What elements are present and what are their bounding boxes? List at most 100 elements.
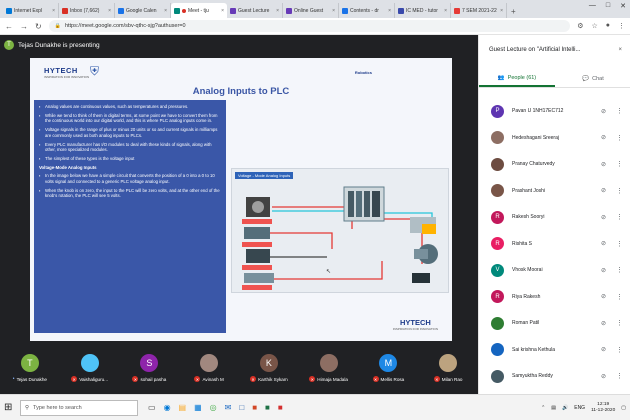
back-icon[interactable]: ← [5,22,13,31]
participant-tile[interactable]: ✕ Milan Rao [424,354,472,382]
chrome-icon[interactable]: ◎ [210,403,217,412]
tab-title: Meet - tju [188,7,209,14]
store-icon[interactable]: ▦ [194,403,202,412]
tab-close-icon[interactable]: × [444,8,447,14]
volume-icon[interactable]: 🔊 [562,405,568,411]
powerpoint-icon[interactable]: ■ [252,403,257,412]
person-row[interactable]: Samyuktha Reddy ⊘ ⋮ [479,363,630,390]
slide-footer-logo: HYTECH INSPIRATION FOR INNOVATION [393,318,438,331]
participant-name-row: ✕ Mellis Rosa [372,376,404,382]
person-row[interactable]: Pranay Chaturvedy ⊘ ⋮ [479,151,630,178]
close-window-icon[interactable]: ✕ [620,2,626,10]
tab-close-icon[interactable]: × [52,8,55,14]
network-icon[interactable]: ▤ [551,405,556,411]
participant-avatar: M [379,354,398,372]
person-row[interactable]: R Rishita S ⊘ ⋮ [479,231,630,258]
tray-chevron-icon[interactable]: ⌃ [541,405,545,411]
tab-favicon-icon [454,7,460,14]
participant-tile[interactable]: M ✕ Mellis Rosa [364,354,412,382]
tab-close-icon[interactable]: × [164,8,167,14]
url-field[interactable]: 🔒 https://meet.google.com/sbv-qthc-sjg?a… [48,20,571,32]
tab-close-icon[interactable]: × [108,8,111,14]
participant-tile[interactable]: T • Tejas Dunakhe [6,354,54,382]
taskbar-search[interactable]: ⚲ Type here to search [20,399,138,416]
clock[interactable]: 12:19 11-12-2020 [591,402,615,414]
browser-tab[interactable]: Online Guest × [283,3,339,18]
mic-off-icon: ✕ [250,376,257,382]
language-indicator[interactable]: ENG [574,405,585,411]
more-options-icon[interactable]: ⋮ [616,240,623,248]
browser-tab[interactable]: Guest Lecture × [227,3,283,18]
person-row[interactable]: Prashant Joshi ⊘ ⋮ [479,178,630,205]
browser-tab[interactable]: Google Calen × [115,3,171,18]
mic-off-icon: ✕ [433,376,440,382]
participant-tile[interactable]: ✕ Avinash M [185,354,233,382]
tab-close-icon[interactable]: × [500,8,503,14]
participant-tile[interactable]: ✕ Himaja Madala [305,354,353,382]
more-options-icon[interactable]: ⋮ [616,107,623,115]
tab-title: Contents - dr [350,7,379,14]
task-view-icon[interactable]: ▭ [148,403,156,412]
more-options-icon[interactable]: ⋮ [616,160,623,168]
extension-icon[interactable]: ⚙ [577,22,583,30]
tab-favicon-icon [62,7,68,14]
person-row[interactable]: V Vhosk Moorai ⊘ ⋮ [479,257,630,284]
slide-text-box: Analog values are continuous values, suc… [34,100,226,333]
acrobat-icon[interactable]: ■ [278,403,283,412]
browser-tab[interactable]: 7 SEM 2021-22 × [451,3,507,18]
mic-muted-icon: ⊘ [600,347,606,354]
participant-name: Milan Rao [441,376,463,382]
edge-icon[interactable]: ◉ [164,403,171,412]
person-row[interactable]: Hedeshagani Sreeraj ⊘ ⋮ [479,125,630,152]
browser-menu-icon[interactable]: ⋮ [618,22,625,30]
maximize-icon[interactable]: □ [606,2,610,10]
tab-people[interactable]: 👥 People (61) [479,70,555,87]
person-row[interactable]: R Riya Rakesh ⊘ ⋮ [479,284,630,311]
more-options-icon[interactable]: ⋮ [616,134,623,142]
tab-close-icon[interactable]: × [221,8,224,14]
forward-icon[interactable]: → [20,22,28,31]
new-tab-button[interactable]: + [507,7,520,18]
more-options-icon[interactable]: ⋮ [616,213,623,221]
notification-icon[interactable]: ▢ [621,405,626,411]
reload-icon[interactable]: ↻ [35,22,42,31]
tab-chat[interactable]: 💬 Chat [555,70,630,87]
browser-tab[interactable]: Meet - tju × [171,3,227,18]
browser-tab-strip: Internet Expl × Inbox (7,662) × Google Calen… [0,0,630,18]
tab-close-icon[interactable]: × [276,8,279,14]
browser-tab[interactable]: IC MED - tutor × [395,3,451,18]
participant-tile[interactable]: ✕ Vaishaliguru... [66,354,114,382]
browser-tab[interactable]: Internet Expl × [3,3,59,18]
more-options-icon[interactable]: ⋮ [616,293,623,301]
shield-logo-icon: ⛨ [90,64,100,78]
person-row[interactable]: Sai krishna Kethula ⊘ ⋮ [479,337,630,364]
tab-close-icon[interactable]: × [388,8,391,14]
more-options-icon[interactable]: ⋮ [616,266,623,274]
circuit-diagram: Voltage - Mode Analog Inputs [231,168,449,293]
participant-tile[interactable]: S ✕ sohail pasha [125,354,173,382]
close-panel-icon[interactable]: × [618,47,622,53]
bookmark-star-icon[interactable]: ☆ [591,22,597,30]
person-row[interactable]: P Pavan U 1NH17EC712 ⊘ ⋮ [479,98,630,125]
taskbar-apps: ▭ ◉ ▤ ▦ ◎ ✉ □ ■ ■ ■ [148,403,283,412]
person-row[interactable]: Roman Patil ⊘ ⋮ [479,310,630,337]
tab-close-icon[interactable]: × [332,8,335,14]
profile-icon[interactable]: ● [606,22,610,30]
browser-tab[interactable]: Contents - dr × [339,3,395,18]
more-options-icon[interactable]: ⋮ [616,319,623,327]
word-icon[interactable]: □ [239,403,244,412]
participant-tile[interactable]: K ✕ Karthik Sykam [245,354,293,382]
more-options-icon[interactable]: ⋮ [616,372,623,380]
file-explorer-icon[interactable]: ▤ [179,403,187,412]
participant-name-row: ✕ Avinash M [194,376,224,382]
more-options-icon[interactable]: ⋮ [616,187,623,195]
person-row[interactable]: R Rakesh Sooryi ⊘ ⋮ [479,204,630,231]
browser-tab[interactable]: Inbox (7,662) × [59,3,115,18]
more-options-icon[interactable]: ⋮ [616,346,623,354]
excel-icon[interactable]: ■ [265,403,270,412]
windows-start-icon[interactable]: ⊞ [4,402,20,413]
mail-icon[interactable]: ✉ [225,403,232,412]
tab-title: Online Guest [294,7,324,14]
mic-muted-icon: ⊘ [600,108,606,115]
minimize-icon[interactable]: — [589,2,596,10]
